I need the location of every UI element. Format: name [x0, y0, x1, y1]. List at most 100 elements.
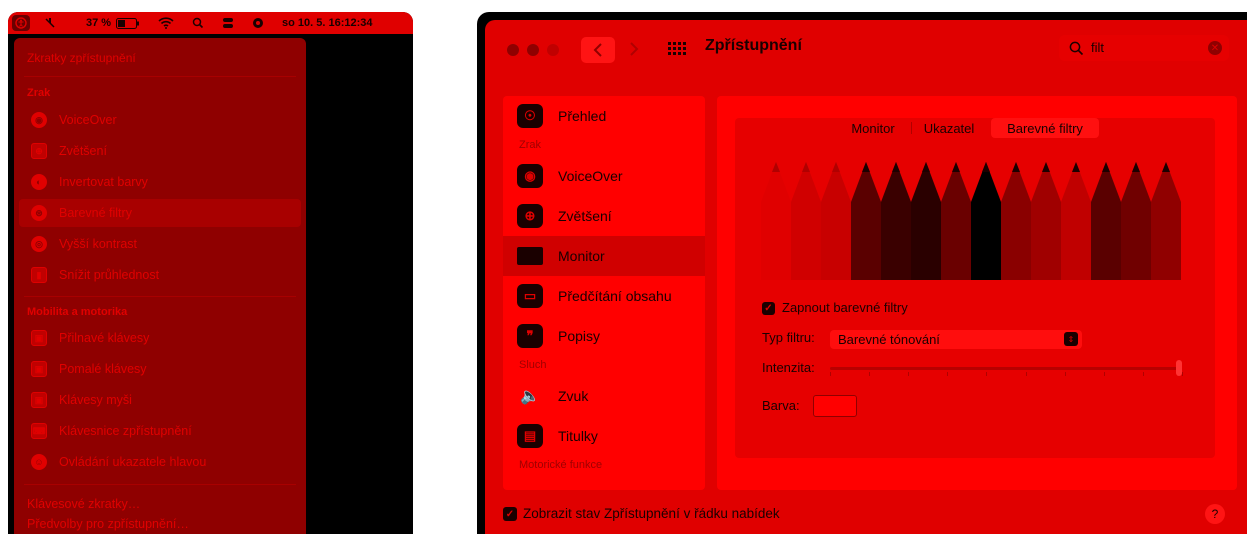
search-icon: [1069, 41, 1084, 56]
tab-monitor[interactable]: Monitor: [837, 118, 909, 138]
zoom-icon: ⊕: [31, 143, 47, 159]
menu-screen: 37 % so 10. 5. 16:12:34 Zkratky zpřístup…: [8, 12, 413, 534]
menu-item-accessibility-keyboard[interactable]: ⌨ Klávesnice zpřístupnění: [14, 417, 306, 445]
menu-item-label: VoiceOver: [59, 113, 117, 127]
back-button[interactable]: [581, 37, 615, 63]
menu-item-keyboard-shortcuts[interactable]: Klávesové zkratky…: [14, 495, 306, 513]
menu-divider: [24, 484, 296, 485]
slider-tick: [908, 372, 910, 376]
sidebar-item-display[interactable]: Monitor: [503, 236, 705, 276]
menu-item-voiceover[interactable]: ◉ VoiceOver: [14, 106, 306, 134]
menu-item-zoom[interactable]: ⊕ Zvětšení: [14, 137, 306, 165]
menu-item-head-pointer[interactable]: ☺ Ovládání ukazatele hlavou: [14, 448, 306, 476]
menu-item-invert-colors[interactable]: ◐ Invertovat barvy: [14, 168, 306, 196]
battery-icon[interactable]: [116, 15, 140, 31]
sidebar-item-captions[interactable]: ▤ Titulky: [503, 416, 705, 456]
filter-type-label: Typ filtru:: [762, 330, 815, 345]
menubar-clock[interactable]: so 10. 5. 16:12:34: [282, 15, 373, 31]
slider-tick: [986, 372, 988, 376]
clear-search-icon[interactable]: ✕: [1208, 41, 1222, 55]
menu-item-sticky-keys[interactable]: ▣ Přilnavé klávesy: [14, 324, 306, 352]
menu-item-label: Klávesnice zpřístupnění: [59, 424, 192, 438]
slider-tick: [1182, 372, 1183, 376]
pencil-lead: [952, 162, 960, 172]
pencil-body: [971, 202, 1001, 280]
sidebar-section-hearing: Sluch: [519, 359, 547, 371]
pencil-lead: [1102, 162, 1110, 172]
sidebar-item-label: Popisy: [558, 328, 601, 344]
pencil-lead: [832, 162, 840, 172]
pencil-body: [1031, 202, 1061, 280]
tab-pointer[interactable]: Ukazatel: [913, 118, 985, 138]
show-in-menubar-label: Zobrazit stav Zpřístupnění v řádku nabíd…: [523, 506, 780, 521]
slider-tick: [1025, 372, 1027, 376]
mic-muted-icon[interactable]: [44, 15, 56, 31]
accessibility-menu-icon[interactable]: [12, 15, 30, 31]
menu-item-accessibility-preferences[interactable]: Předvolby pro zpřístupnění…: [14, 515, 306, 533]
color-pencils-preview: [761, 162, 1181, 280]
siri-icon[interactable]: [252, 15, 264, 31]
menu-item-label: Přilnavé klávesy: [59, 331, 150, 345]
menu-item-mouse-keys[interactable]: ▣ Klávesy myši: [14, 386, 306, 414]
filter-type-select[interactable]: Barevné tónování ⇕: [830, 330, 1082, 349]
slider-tick: [947, 372, 949, 376]
color-filters-icon: ⊛: [31, 205, 47, 221]
sidebar-item-spoken-content[interactable]: ▭ Předčítání obsahu: [503, 276, 705, 316]
sidebar-item-voiceover[interactable]: ◉ VoiceOver: [503, 156, 705, 196]
forward-button[interactable]: [629, 42, 639, 61]
color-well[interactable]: [813, 395, 857, 417]
menu-divider: [24, 76, 296, 77]
slider-tick: [1142, 372, 1144, 376]
wifi-icon[interactable]: [158, 15, 174, 31]
sidebar-item-label: Titulky: [558, 428, 598, 444]
chevron-right-icon: [630, 42, 639, 56]
close-window-button[interactable]: [507, 44, 519, 56]
spotlight-search-icon[interactable]: [192, 15, 204, 31]
tab-color-filters[interactable]: Barevné filtry: [991, 118, 1099, 138]
menu-item-label: Snížit průhlednost: [59, 268, 160, 282]
pencil-body: [1061, 202, 1091, 280]
pencil-body: [911, 202, 941, 280]
chevron-updown-icon: ⇕: [1064, 332, 1078, 346]
sidebar-item-overview[interactable]: ☉ Přehled: [503, 96, 705, 136]
pencil-body: [851, 202, 881, 280]
help-button[interactable]: ?: [1205, 504, 1225, 524]
show-in-menubar-checkbox[interactable]: ✓: [503, 507, 517, 521]
filter-type-value: Barevné tónování: [838, 332, 940, 347]
pencil-lead: [922, 162, 930, 172]
menu-item-color-filters[interactable]: ⊛ Barevné filtry: [19, 199, 301, 227]
chevron-left-icon: [593, 43, 602, 57]
sidebar-item-descriptions[interactable]: ❞ Popisy: [503, 316, 705, 356]
enable-color-filters-label: Zapnout barevné filtry: [782, 300, 908, 315]
tab-divider: [911, 122, 912, 134]
menu-item-reduce-transparency[interactable]: ▮ Snížit průhlednost: [14, 261, 306, 289]
enable-color-filters-checkbox[interactable]: ✓: [762, 302, 775, 315]
sidebar-item-label: Monitor: [558, 248, 605, 264]
color-label: Barva:: [762, 398, 800, 413]
zoom-window-button[interactable]: [547, 44, 559, 56]
show-all-grid-icon[interactable]: [668, 41, 686, 62]
search-field[interactable]: filt ✕: [1059, 35, 1229, 61]
control-center-icon[interactable]: [222, 15, 234, 31]
search-input[interactable]: filt: [1091, 40, 1104, 55]
minimize-window-button[interactable]: [527, 44, 539, 56]
menu-item-label: Ovládání ukazatele hlavou: [59, 455, 207, 469]
accessibility-preferences-window: Zpřístupnění filt ✕ ☉ Přehled Zrak ◉ Voi…: [477, 12, 1247, 534]
menu-item-increase-contrast[interactable]: ◎ Vyšší kontrast: [14, 230, 306, 258]
window-title: Zpřístupnění: [705, 37, 802, 54]
sidebar-item-zoom[interactable]: ⊕ Zvětšení: [503, 196, 705, 236]
sidebar-item-label: Předčítání obsahu: [558, 288, 672, 304]
head-pointer-icon: ☺: [31, 454, 47, 470]
menu-item-label: Barevné filtry: [59, 206, 132, 220]
sidebar-item-audio[interactable]: 🔈 Zvuk: [503, 376, 705, 416]
sidebar-item-label: Zvuk: [558, 388, 589, 404]
slider-tick: [1064, 372, 1066, 376]
tab-bar: Monitor Ukazatel Barevné filtry: [837, 118, 1101, 138]
intensity-slider[interactable]: [830, 367, 1182, 370]
menu-item-slow-keys[interactable]: ▣ Pomalé klávesy: [14, 355, 306, 383]
slider-tick: [830, 372, 831, 376]
slider-tick: [1103, 372, 1105, 376]
pencil-lead: [982, 162, 990, 172]
menu-item-label: Pomalé klávesy: [59, 362, 147, 376]
voiceover-icon: ◉: [31, 112, 47, 128]
